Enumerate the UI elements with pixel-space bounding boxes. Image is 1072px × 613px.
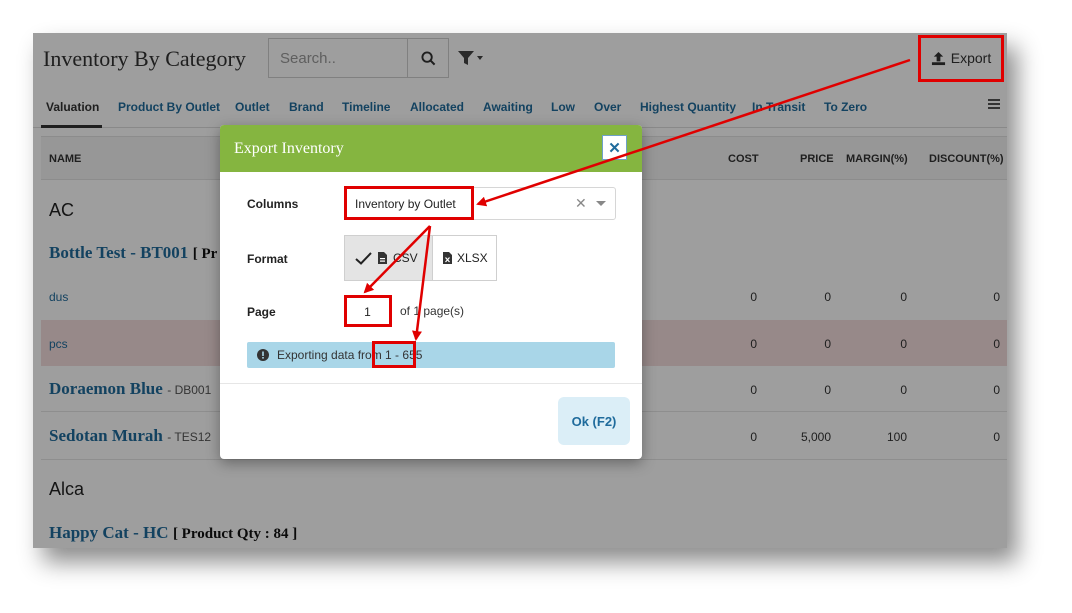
file-icon bbox=[443, 252, 452, 264]
app-window: Inventory By Category Search.. Export Va… bbox=[33, 33, 1007, 548]
format-csv-label: CSV bbox=[393, 251, 418, 265]
export-inventory-dialog: Export Inventory ✕ Columns Inventory by … bbox=[220, 125, 642, 459]
chevron-down-icon[interactable] bbox=[596, 201, 606, 206]
page-count-text: of 1 page(s) bbox=[400, 304, 465, 318]
file-icon bbox=[378, 252, 387, 264]
annotation-box-range bbox=[372, 341, 416, 368]
info-icon bbox=[257, 349, 269, 361]
checkmark-icon bbox=[355, 251, 372, 265]
dialog-title: Export Inventory bbox=[234, 140, 344, 157]
export-range-info: Exporting data from 1 - 655 bbox=[247, 342, 615, 368]
annotation-box-export bbox=[918, 35, 1004, 82]
format-csv-button[interactable]: CSV bbox=[344, 235, 433, 281]
format-xlsx-button[interactable]: XLSX bbox=[433, 235, 497, 281]
format-label: Format bbox=[247, 252, 288, 266]
clear-icon[interactable]: ✕ bbox=[575, 195, 587, 212]
dialog-footer-divider bbox=[220, 383, 642, 384]
annotation-box-page bbox=[344, 295, 392, 327]
format-xlsx-label: XLSX bbox=[457, 251, 488, 265]
dialog-header: Export Inventory ✕ bbox=[220, 125, 642, 172]
ok-button[interactable]: Ok (F2) bbox=[558, 397, 630, 445]
close-button[interactable]: ✕ bbox=[602, 135, 627, 160]
page-label: Page bbox=[247, 305, 276, 319]
annotation-box-columns bbox=[344, 186, 474, 220]
columns-label: Columns bbox=[247, 197, 299, 211]
